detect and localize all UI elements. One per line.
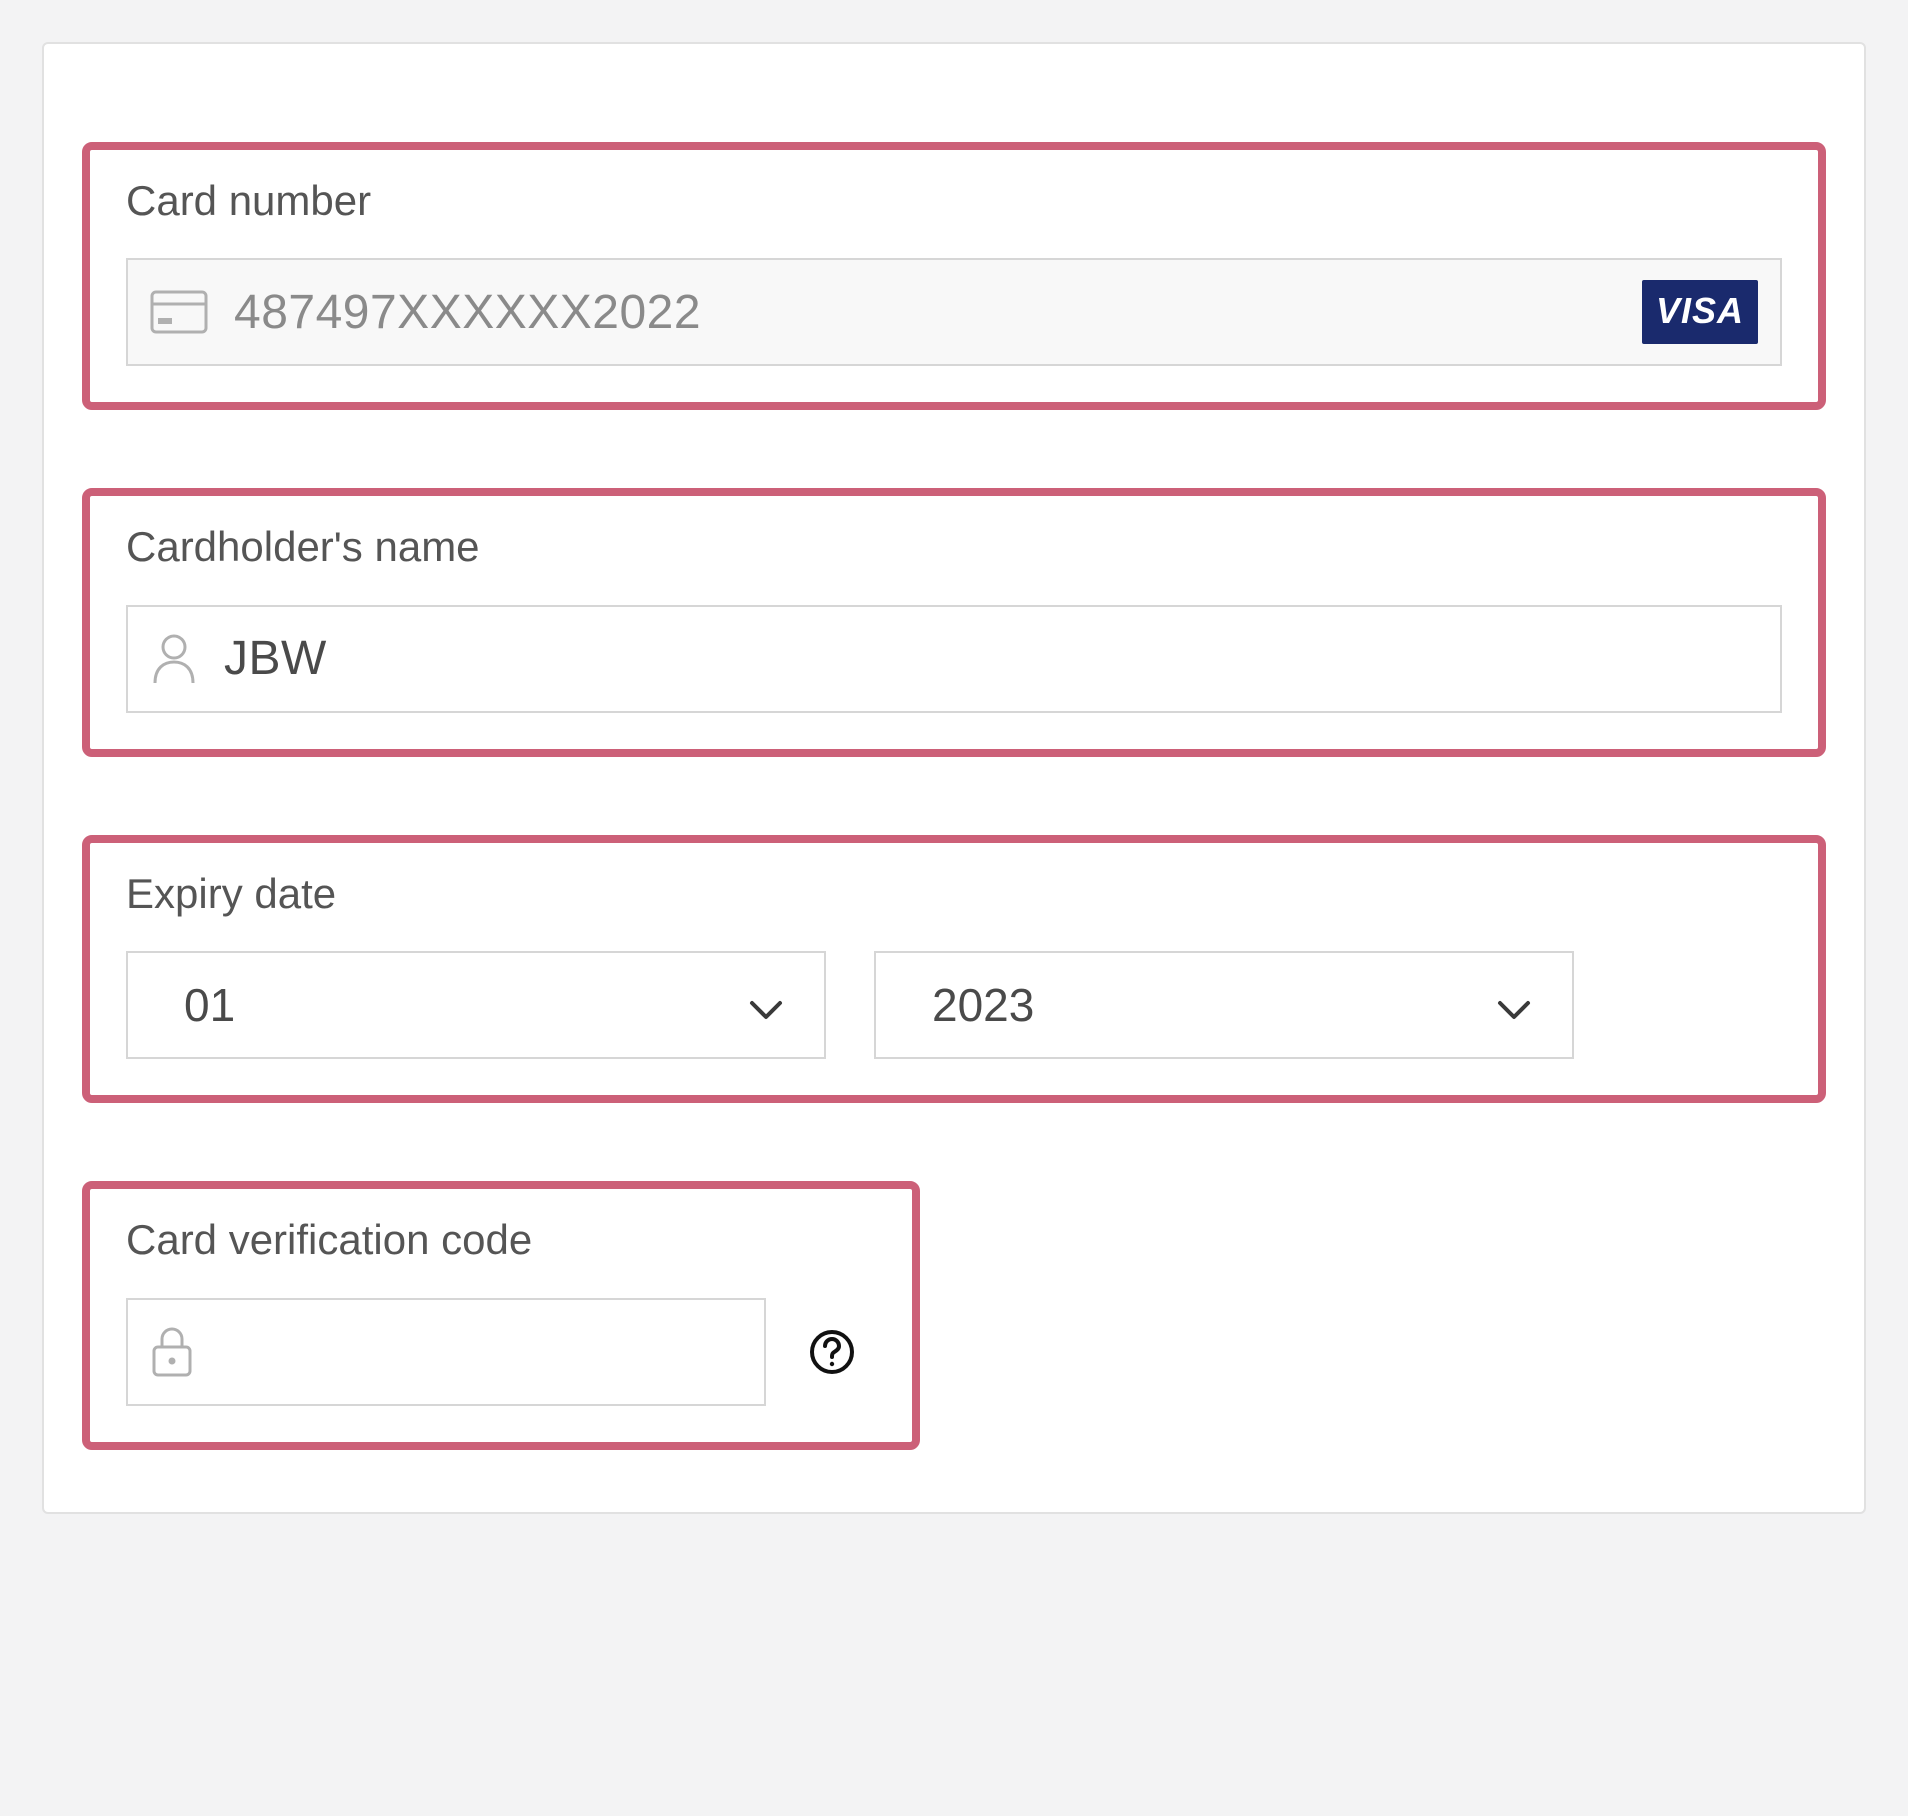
- card-number-group: Card number 487497XXXXXX2022 VISA: [82, 142, 1826, 410]
- card-number-value: 487497XXXXXX2022: [234, 285, 1616, 340]
- expiry-row: 01 2023: [126, 951, 1782, 1059]
- card-brand-badge: VISA: [1642, 280, 1758, 344]
- expiry-month-value: 01: [184, 978, 235, 1032]
- card-number-field[interactable]: 487497XXXXXX2022 VISA: [126, 258, 1782, 366]
- cardholder-name-label: Cardholder's name: [126, 522, 1782, 572]
- payment-card-panel: Card number 487497XXXXXX2022 VISA Cardho…: [42, 42, 1866, 1514]
- expiry-month-select[interactable]: 01: [126, 951, 826, 1059]
- chevron-down-icon: [748, 978, 784, 1032]
- cardholder-name-field[interactable]: JBW: [126, 605, 1782, 713]
- cvc-group: Card verification code: [82, 1181, 920, 1449]
- expiry-date-label: Expiry date: [126, 869, 1782, 919]
- credit-card-icon: [150, 290, 208, 334]
- cardholder-name-group: Cardholder's name JBW: [82, 488, 1826, 756]
- cvc-field[interactable]: [126, 1298, 766, 1406]
- lock-icon: [150, 1325, 194, 1379]
- expiry-year-value: 2023: [932, 978, 1034, 1032]
- card-number-label: Card number: [126, 176, 1782, 226]
- expiry-year-select[interactable]: 2023: [874, 951, 1574, 1059]
- chevron-down-icon: [1496, 978, 1532, 1032]
- help-icon[interactable]: [808, 1328, 856, 1376]
- expiry-date-group: Expiry date 01 2023: [82, 835, 1826, 1103]
- cvc-label: Card verification code: [126, 1215, 876, 1265]
- cardholder-name-value: JBW: [224, 631, 1758, 686]
- cvc-row: [126, 1298, 876, 1406]
- person-icon: [150, 633, 198, 685]
